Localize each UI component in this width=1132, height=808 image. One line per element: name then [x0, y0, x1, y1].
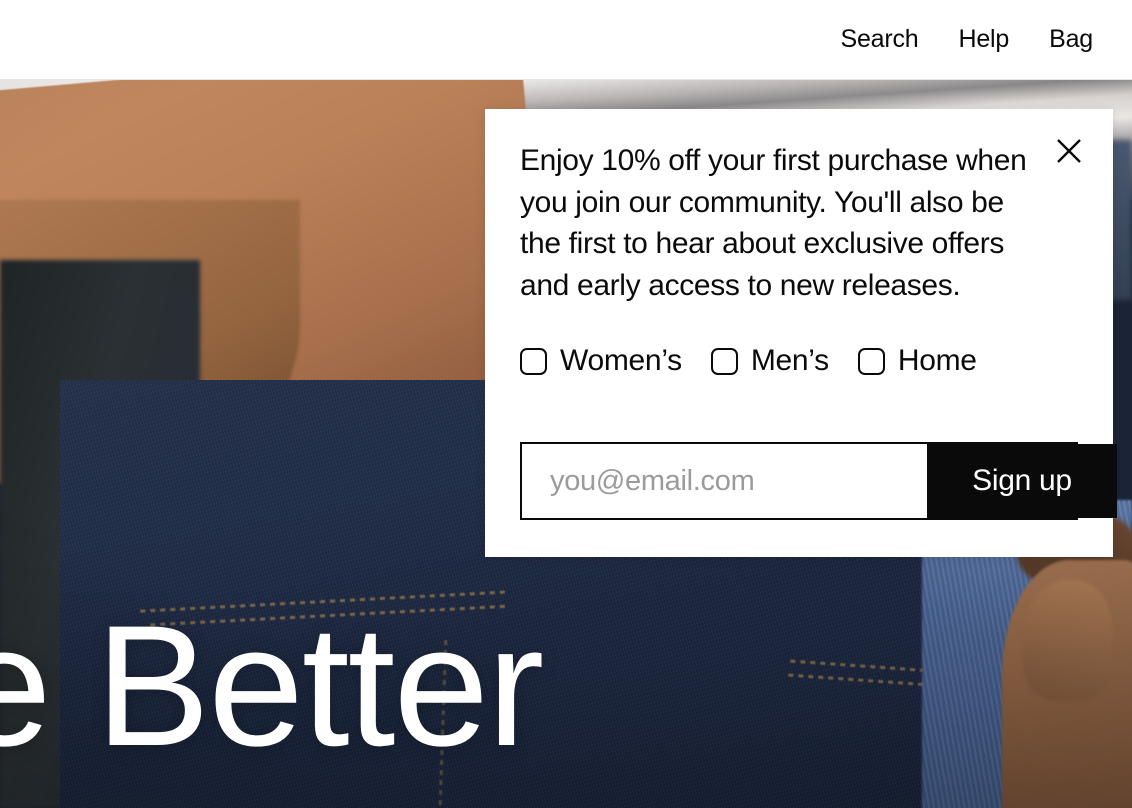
preference-womens[interactable]: Women’s	[520, 346, 682, 376]
checkbox-mens[interactable]	[710, 347, 738, 375]
newsletter-modal: Enjoy 10% off your first purchase when y…	[485, 109, 1117, 557]
close-icon[interactable]	[1047, 129, 1091, 173]
checkbox-home[interactable]	[857, 347, 885, 375]
sign-up-button[interactable]: Sign up	[927, 444, 1117, 518]
nav-link-search[interactable]: Search	[820, 27, 938, 52]
header-nav: Search Help Bag	[820, 0, 1113, 79]
email-input[interactable]	[522, 444, 927, 518]
preference-mens[interactable]: Men’s	[710, 344, 829, 377]
site-header: Search Help Bag	[0, 0, 1132, 80]
preference-label-womens: Women’s	[560, 344, 682, 377]
preference-label-home: Home	[897, 344, 977, 377]
preference-home[interactable]: Home	[857, 344, 977, 377]
checkbox-womens[interactable]	[520, 347, 547, 375]
signup-form: Sign up	[520, 442, 1117, 520]
modal-headline: Enjoy 10% off your first purchase when y…	[520, 144, 1027, 302]
modal-body: Enjoy 10% off your first purchase when y…	[520, 140, 1040, 306]
preference-label-mens: Men’s	[750, 344, 829, 377]
nav-link-help[interactable]: Help	[938, 27, 1029, 52]
preference-checkbox-group: Women’s Men’s Home	[520, 346, 977, 376]
hero-overlay-text: e Better	[0, 590, 544, 782]
nav-link-bag[interactable]: Bag	[1029, 27, 1113, 52]
newsletter-signup-page: Search Help Bag e Better Enjoy 10% off y…	[0, 0, 1132, 808]
